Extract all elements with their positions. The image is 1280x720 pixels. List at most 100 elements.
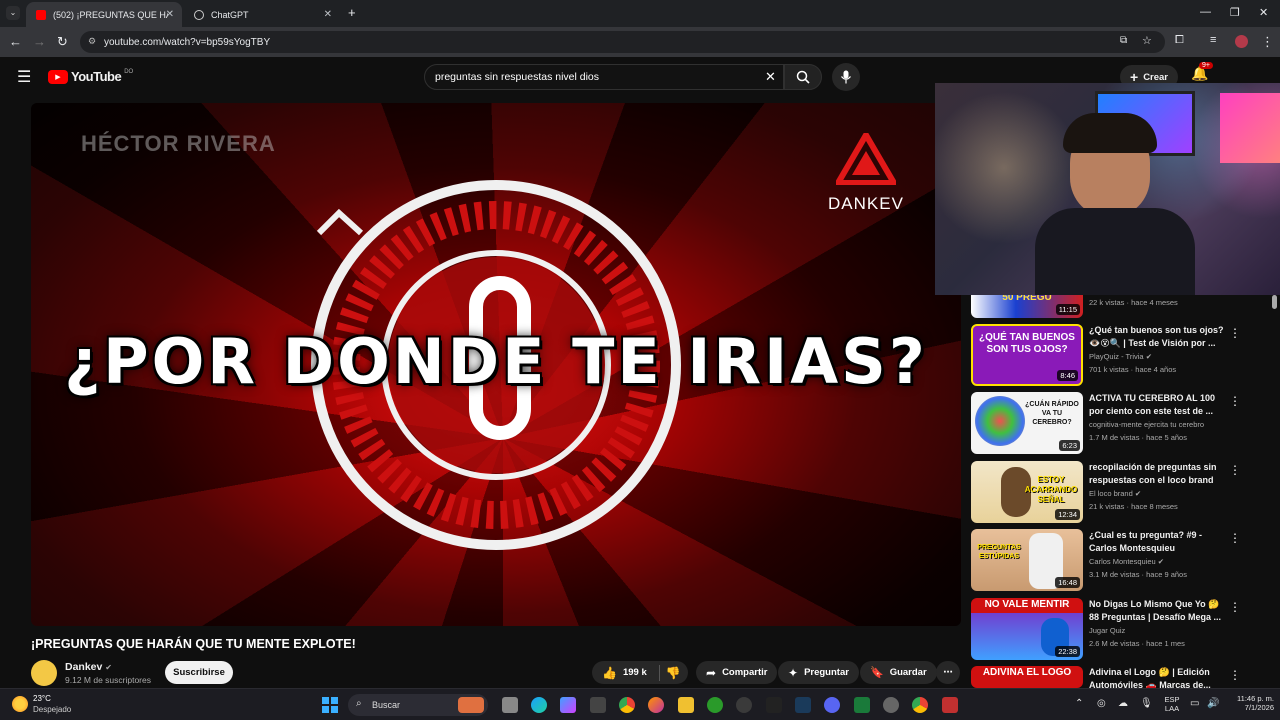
more-icon: ⋯ [943,667,953,678]
video-channel[interactable]: PlayQuiz - Trivia ✔ [1089,352,1152,361]
video-thumbnail[interactable]: ESTOY ACARRANDO SEÑAL 12:34 [971,461,1083,523]
clock[interactable]: 11:46 p. m. 7/1/2026 [1224,694,1274,712]
tray-app-icon[interactable]: ☁ [1118,698,1128,709]
channel-name[interactable]: Dankev ✔ [65,661,112,673]
browser-tab-bar: ⌄ (502) ¡PREGUNTAS QUE HARÁN ✕ ChatGPT ✕… [0,0,1280,27]
more-options-icon[interactable]: ⋮ [1229,600,1241,614]
bookmark-star-icon[interactable]: ☆ [1142,34,1152,47]
xbox-icon[interactable] [707,697,723,713]
excel-icon[interactable] [854,697,870,713]
video-channel[interactable]: cognitiva-mente ejercita tu cerebro [1089,420,1204,429]
sidebar-video-1[interactable]: ¿QUÉ TAN BUENOS SON TUS OJOS? 8:46 ¿Qué … [971,324,1271,386]
chrome-menu-icon[interactable]: ⋮ [1261,34,1274,50]
video-title[interactable]: ¿Qué tan buenos son tus ojos? 👁️😵🔍 | Tes… [1089,324,1231,349]
epic-games-icon[interactable] [766,697,782,713]
video-title[interactable]: recopilación de preguntas sin respuestas… [1089,461,1231,486]
chrome-active-icon[interactable] [912,697,928,713]
firefox-icon[interactable] [648,697,664,713]
dislike-icon[interactable]: 👎 [666,666,681,680]
voice-search-button[interactable] [832,63,860,91]
video-meta: 21 k vistas · hace 8 meses [1089,502,1178,511]
more-options-icon[interactable]: ⋮ [1229,394,1241,408]
close-window-icon[interactable]: ✕ [1259,6,1268,19]
share-button[interactable]: ➦ Compartir [696,661,778,684]
video-thumbnail[interactable]: ¿QUÉ TAN BUENOS SON TUS OJOS? 8:46 [971,324,1083,386]
video-thumbnail[interactable]: ¿CUÁN RÁPIDO VA TU CEREBRO? 6:23 [971,392,1083,454]
close-tab-icon[interactable]: ✕ [166,9,174,20]
video-title[interactable]: No Digas Lo Mismo Que Yo 🤔 88 Preguntas … [1089,598,1231,623]
thumbnail-text: PREGUNTAS ESTÚPIDAS [977,544,1021,560]
more-options-icon[interactable]: ⋮ [1229,531,1241,545]
tab-youtube[interactable]: (502) ¡PREGUNTAS QUE HARÁN ✕ [26,2,182,27]
minimize-icon[interactable]: — [1200,6,1211,18]
close-tab-icon[interactable]: ✕ [324,9,332,20]
back-icon[interactable]: ← [9,34,22,49]
new-tab-icon[interactable]: + [348,5,356,20]
hamburger-menu-icon[interactable]: ☰ [17,67,31,87]
video-channel[interactable]: Jugar Quiz [1089,626,1125,635]
more-options-icon[interactable]: ⋮ [1229,326,1241,340]
video-title[interactable]: ¿Cual es tu pregunta? #9 - Carlos Montes… [1089,529,1231,554]
edge-icon[interactable] [531,697,547,713]
settings-icon[interactable] [883,697,899,713]
app-icon[interactable] [736,697,752,713]
video-thumbnail[interactable]: NO VALE MENTIR 22:38 [971,598,1083,660]
forward-icon[interactable]: → [33,34,46,49]
volume-icon[interactable]: 🔊 [1207,698,1219,709]
weather-temp: 23°C [33,694,51,703]
more-options-icon[interactable]: ⋮ [1229,668,1241,682]
tray-expand-icon[interactable]: ⌃ [1075,698,1083,709]
video-player[interactable]: HÉCTOR RIVERA DANKEV ¿POR DONDE TE IRIAS… [31,103,961,626]
more-actions-button[interactable]: ⋯ [936,661,960,684]
tray-mic-icon[interactable]: 🎙 [1140,698,1153,709]
clear-search-icon[interactable]: ✕ [765,69,776,85]
site-info-icon[interactable]: ⚙ [88,36,96,47]
notifications-button[interactable]: 🔔 9+ [1191,62,1213,83]
sidebar-video-3[interactable]: ESTOY ACARRANDO SEÑAL 12:34 recopilación… [971,461,1271,523]
discord-icon[interactable] [824,697,840,713]
copilot-icon[interactable] [560,697,576,713]
search-input[interactable]: preguntas sin respuestas nivel dios ✕ [424,64,784,90]
video-channel[interactable]: El loco brand ✔ [1089,489,1141,498]
video-title[interactable]: Adivina el Logo 🤔 | Edición Automóviles … [1089,666,1231,688]
task-view-icon[interactable] [502,697,518,713]
address-bar[interactable]: ⚙ youtube.com/watch?v=bp59sYogTBY ⧉ ☆ [80,31,1165,53]
subscribe-button[interactable]: Suscribirse [165,661,233,684]
tab-search-icon[interactable]: ⌄ [6,6,20,20]
search-button[interactable] [784,64,822,90]
sidebar-video-4[interactable]: PREGUNTAS ESTÚPIDAS 16:48 ¿Cual es tu pr… [971,529,1271,591]
like-count[interactable]: 199 k [623,667,647,678]
cast-icon[interactable]: ⧉ [1120,35,1127,46]
app-icon[interactable] [942,697,958,713]
app-icon[interactable] [590,697,606,713]
windows-start-icon[interactable] [322,697,338,713]
language-indicator[interactable]: ESP LAA [1160,695,1184,713]
sidebar-video-2[interactable]: ¿CUÁN RÁPIDO VA TU CEREBRO? 6:23 ACTIVA … [971,392,1271,454]
like-icon[interactable]: 👍 [602,666,617,680]
steam-icon[interactable] [795,697,811,713]
extensions-icon[interactable]: ⧠ [1175,34,1184,47]
sidebar-scrollbar[interactable] [1272,295,1277,309]
sidebar-video-6[interactable]: ADIVINA EL LOGO Adivina el Logo 🤔 | Edic… [971,666,1271,688]
chrome-icon[interactable] [619,697,635,713]
sidebar-video-5[interactable]: NO VALE MENTIR 22:38 No Digas Lo Mismo Q… [971,598,1271,660]
youtube-logo[interactable]: ▶ YouTube DO [48,69,133,84]
video-title[interactable]: ACTIVA TU CEREBRO AL 100 por ciento con … [1089,392,1231,417]
profile-avatar[interactable] [1235,35,1248,48]
tab-chatgpt[interactable]: ChatGPT ✕ [184,2,340,27]
restore-icon[interactable]: ❐ [1230,6,1240,19]
video-channel[interactable]: Carlos Montesquieu ✔ [1089,557,1164,566]
reading-list-icon[interactable]: ≡ [1210,34,1216,46]
video-thumbnail[interactable]: PREGUNTAS ESTÚPIDAS 16:48 [971,529,1083,591]
more-options-icon[interactable]: ⋮ [1229,463,1241,477]
video-thumbnail[interactable]: ADIVINA EL LOGO [971,666,1083,688]
network-icon[interactable]: ▭ [1190,698,1199,709]
ask-button[interactable]: ✦ Preguntar [778,661,859,684]
reload-icon[interactable]: ↻ [57,34,68,50]
taskbar-search[interactable]: ⌕ Buscar [348,694,488,716]
channel-avatar[interactable] [31,660,57,686]
tray-app-icon[interactable]: ◎ [1097,698,1106,709]
save-button[interactable]: 🔖 Guardar [860,661,937,684]
dankev-logo-text: DANKEV [828,194,904,213]
file-explorer-icon[interactable] [678,697,694,713]
